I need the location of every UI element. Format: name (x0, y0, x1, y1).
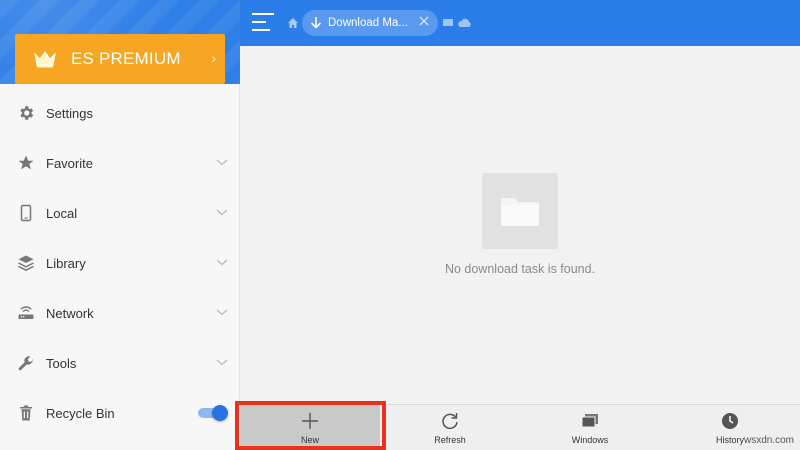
refresh-button[interactable]: Refresh (380, 405, 520, 450)
download-list-area: No download task is found. (240, 46, 800, 404)
layers-icon (16, 253, 36, 273)
star-icon (16, 153, 36, 173)
clock-icon (722, 413, 738, 429)
sidebar-item-recycle-bin[interactable]: Recycle Bin (0, 388, 240, 438)
home-icon[interactable] (287, 17, 299, 29)
trash-icon (16, 403, 36, 423)
window-icon[interactable] (443, 18, 454, 28)
cloud-icon[interactable] (458, 18, 471, 28)
refresh-icon (442, 413, 458, 430)
phone-icon (16, 203, 36, 223)
sidebar-item-label: Settings (46, 105, 93, 121)
recycle-bin-toggle[interactable] (198, 405, 228, 421)
close-icon[interactable] (419, 16, 429, 26)
windows-button[interactable]: Windows (520, 405, 660, 450)
sidebar-item-network[interactable]: Network (0, 288, 240, 338)
sidebar-item-label: Network (46, 305, 94, 321)
sidebar-nav: Settings Favorite Local Library Network … (0, 88, 240, 438)
chevron-down-icon[interactable] (216, 156, 228, 168)
watermark: wsxdn.com (743, 435, 794, 446)
sidebar-item-label: Library (46, 255, 86, 271)
tab-download-manager[interactable]: Download Ma... (302, 10, 438, 36)
new-button[interactable]: New (240, 405, 380, 450)
sidebar-item-favorite[interactable]: Favorite (0, 138, 240, 188)
windows-label: Windows (571, 435, 609, 445)
tab-label: Download Ma... (328, 17, 408, 29)
refresh-label: Refresh (434, 435, 466, 445)
folder-icon (482, 173, 558, 249)
chevron-right-icon: › (211, 50, 216, 66)
sidebar-item-label: Recycle Bin (46, 405, 115, 421)
toggle-knob (212, 405, 228, 421)
chevron-down-icon[interactable] (216, 306, 228, 318)
windows-icon (581, 414, 598, 428)
sidebar-item-library[interactable]: Library (0, 238, 240, 288)
download-icon (310, 17, 322, 29)
sidebar-item-local[interactable]: Local (0, 188, 240, 238)
new-label: New (300, 435, 319, 445)
crown-icon (34, 51, 56, 68)
chevron-down-icon[interactable] (216, 356, 228, 368)
empty-message: No download task is found. (444, 262, 596, 276)
premium-button[interactable]: ES PREMIUM › (15, 34, 225, 84)
sidebar: ES PREMIUM › Settings Favorite Local Lib… (0, 0, 240, 450)
sidebar-item-label: Tools (46, 355, 77, 371)
premium-label: ES PREMIUM (71, 49, 181, 68)
chevron-down-icon[interactable] (216, 206, 228, 218)
sidebar-item-label: Local (46, 205, 78, 221)
top-bar: Download Ma... (240, 0, 800, 46)
chevron-down-icon[interactable] (216, 256, 228, 268)
sidebar-item-tools[interactable]: Tools (0, 338, 240, 388)
sidebar-item-settings[interactable]: Settings (0, 88, 240, 138)
bottom-toolbar: New Refresh Windows History (240, 404, 800, 450)
gear-icon (16, 103, 36, 123)
sidebar-item-label: Favorite (46, 155, 93, 171)
plus-icon (302, 413, 318, 429)
menu-icon[interactable] (252, 13, 274, 33)
wrench-icon (16, 353, 36, 373)
router-icon (16, 303, 36, 323)
